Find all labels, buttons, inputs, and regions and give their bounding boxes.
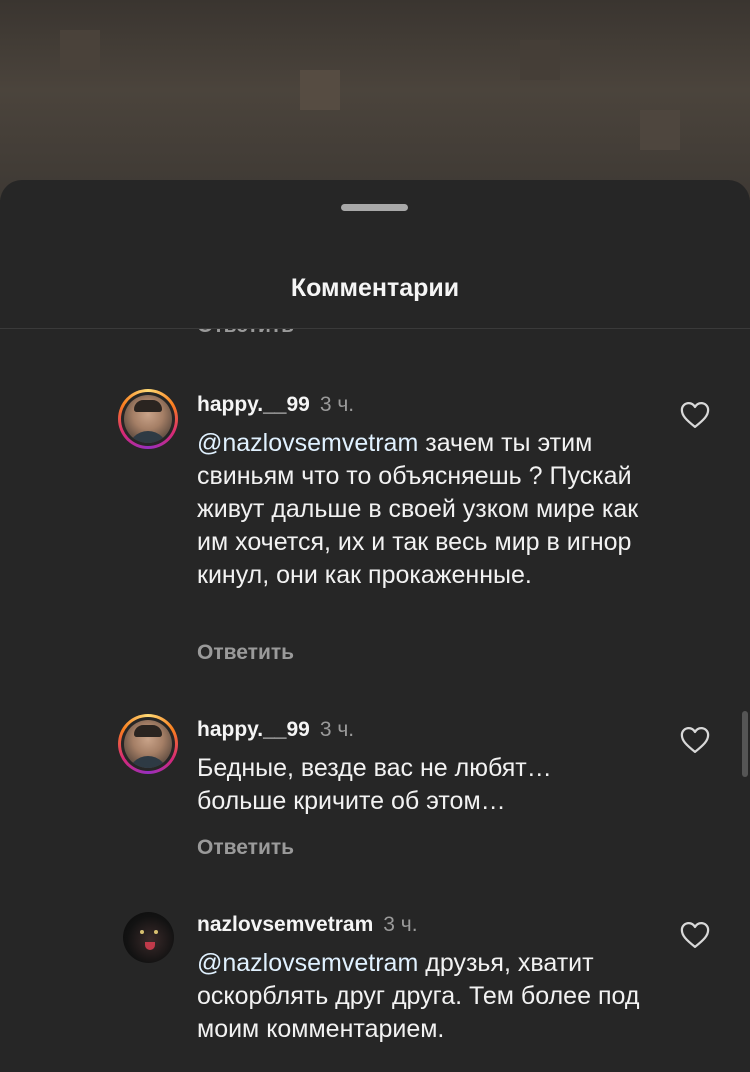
avatar-hair [134,400,162,412]
username[interactable]: nazlovsemvetram [197,913,373,936]
comment-meta: nazlovsemvetram 3 ч. [197,913,418,937]
comment-meta: happy.__99 3 ч. [197,393,354,417]
avatar-shirt [128,431,168,443]
avatar[interactable] [118,714,178,774]
avatar-shirt [128,756,168,768]
username[interactable]: happy.__99 [197,393,310,416]
person-photo [124,395,172,443]
username[interactable]: happy.__99 [197,718,310,741]
avatar-border [121,392,175,446]
comment-text: @nazlovsemvetram друзья, хватит оскорбля… [197,947,647,1046]
comment-text: Бедные, везде вас не любят… больше кричи… [197,752,627,818]
heart-outline-icon[interactable] [680,401,710,429]
heart-outline-icon[interactable] [680,921,710,949]
heart-outline-icon[interactable] [680,726,710,754]
comment-text: @nazlovsemvetram зачем ты этим свиньям ч… [197,427,657,592]
avatar-eye [154,930,158,934]
pixel-block [520,40,560,80]
avatar[interactable] [118,389,178,449]
comments-list[interactable]: Ответить happy.__99 3 ч. @nazlovsemvetram… [0,329,750,1072]
comment-body: Бедные, везде вас не любят… больше кричи… [197,754,552,815]
sheet-title: Комментарии [290,274,460,302]
avatar[interactable] [123,912,174,963]
comments-sheet: Комментарии Ответить happy.__99 3 ч. @naz… [0,180,750,1072]
avatar-eye [140,930,144,934]
avatar-border [121,717,175,771]
pixel-block [640,110,680,150]
timestamp: 3 ч. [383,913,418,936]
avatar-mouth [145,942,155,950]
reply-button[interactable]: Ответить [197,641,294,665]
timestamp: 3 ч. [319,393,355,416]
person-photo [124,720,172,768]
avatar-hair [134,725,162,737]
blurred-video-background [0,0,750,200]
drag-handle[interactable] [341,204,408,211]
mention-link[interactable]: @nazlovsemvetram [197,949,418,977]
reply-button[interactable]: Ответить [197,836,294,860]
comment-meta: happy.__99 3 ч. [197,718,354,742]
pixel-block [60,30,100,70]
reply-button[interactable]: Ответить [197,329,294,338]
pixel-block [300,70,340,110]
mention-link[interactable]: @nazlovsemvetram [197,429,418,457]
timestamp: 3 ч. [319,718,355,741]
scrollbar[interactable] [742,711,748,777]
